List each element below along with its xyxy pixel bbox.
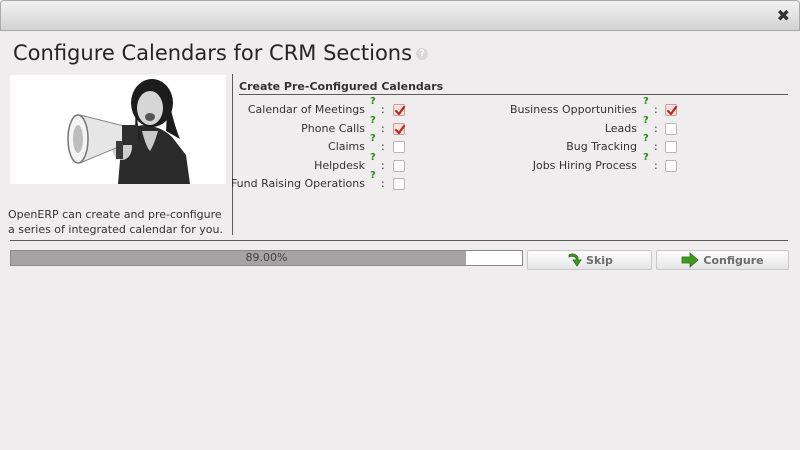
calendar-option-row: Bug Tracking?: — [0, 133, 800, 155]
calendar-option-checkbox[interactable] — [665, 104, 678, 116]
calendar-option-checkbox[interactable] — [665, 123, 677, 135]
help-icon[interactable]: ? — [643, 133, 649, 145]
calendar-option-checkbox[interactable] — [665, 141, 677, 153]
horizontal-divider — [10, 240, 788, 241]
calendar-option-row: Jobs Hiring Process?: — [0, 152, 800, 174]
skip-label: Skip — [586, 253, 613, 267]
calendar-option-label: Jobs Hiring Process — [532, 159, 637, 172]
calendar-option-checkbox[interactable] — [665, 160, 677, 172]
dialog-title-bar: ✖ — [0, 0, 800, 31]
calendar-option-label: Business Opportunities — [509, 103, 637, 116]
calendar-option-row: Fund Raising Operations?: — [0, 170, 800, 192]
field-colon: : — [654, 159, 658, 172]
skip-arrow-icon — [568, 253, 582, 267]
field-colon: : — [381, 177, 385, 190]
close-icon[interactable]: ✖ — [777, 8, 790, 24]
calendar-option-row: Leads?: — [0, 115, 800, 137]
help-icon[interactable]: ? — [643, 152, 649, 164]
calendar-option-checkbox[interactable] — [393, 178, 405, 190]
help-icon[interactable]: ? — [643, 115, 649, 127]
field-colon: : — [654, 122, 658, 135]
progress-bar: 89.00% — [10, 250, 523, 266]
progress-label: 89.00% — [245, 251, 288, 264]
page-title-text: Configure Calendars for CRM Sections — [13, 41, 413, 65]
help-icon[interactable]: ? — [643, 96, 649, 108]
intro-text: OpenERP can create and pre-configure a s… — [8, 208, 223, 236]
calendar-option-label: Leads — [604, 122, 637, 135]
title-help-icon[interactable]: ? — [416, 48, 429, 60]
field-colon: : — [654, 140, 658, 153]
field-colon: : — [654, 103, 658, 116]
calendar-option-label: Bug Tracking — [566, 140, 637, 153]
calendar-option-row: Business Opportunities?: — [0, 96, 800, 118]
section-header: Create Pre-Configured Calendars — [239, 80, 788, 95]
skip-button[interactable]: Skip — [527, 250, 652, 270]
forward-arrow-icon — [681, 252, 699, 268]
configure-label: Configure — [703, 253, 764, 267]
page-title: Configure Calendars for CRM Sections? — [13, 41, 429, 65]
configure-button[interactable]: Configure — [656, 250, 789, 270]
checkmark-icon — [666, 105, 678, 116]
calendar-option-label: Fund Raising Operations — [230, 177, 365, 190]
